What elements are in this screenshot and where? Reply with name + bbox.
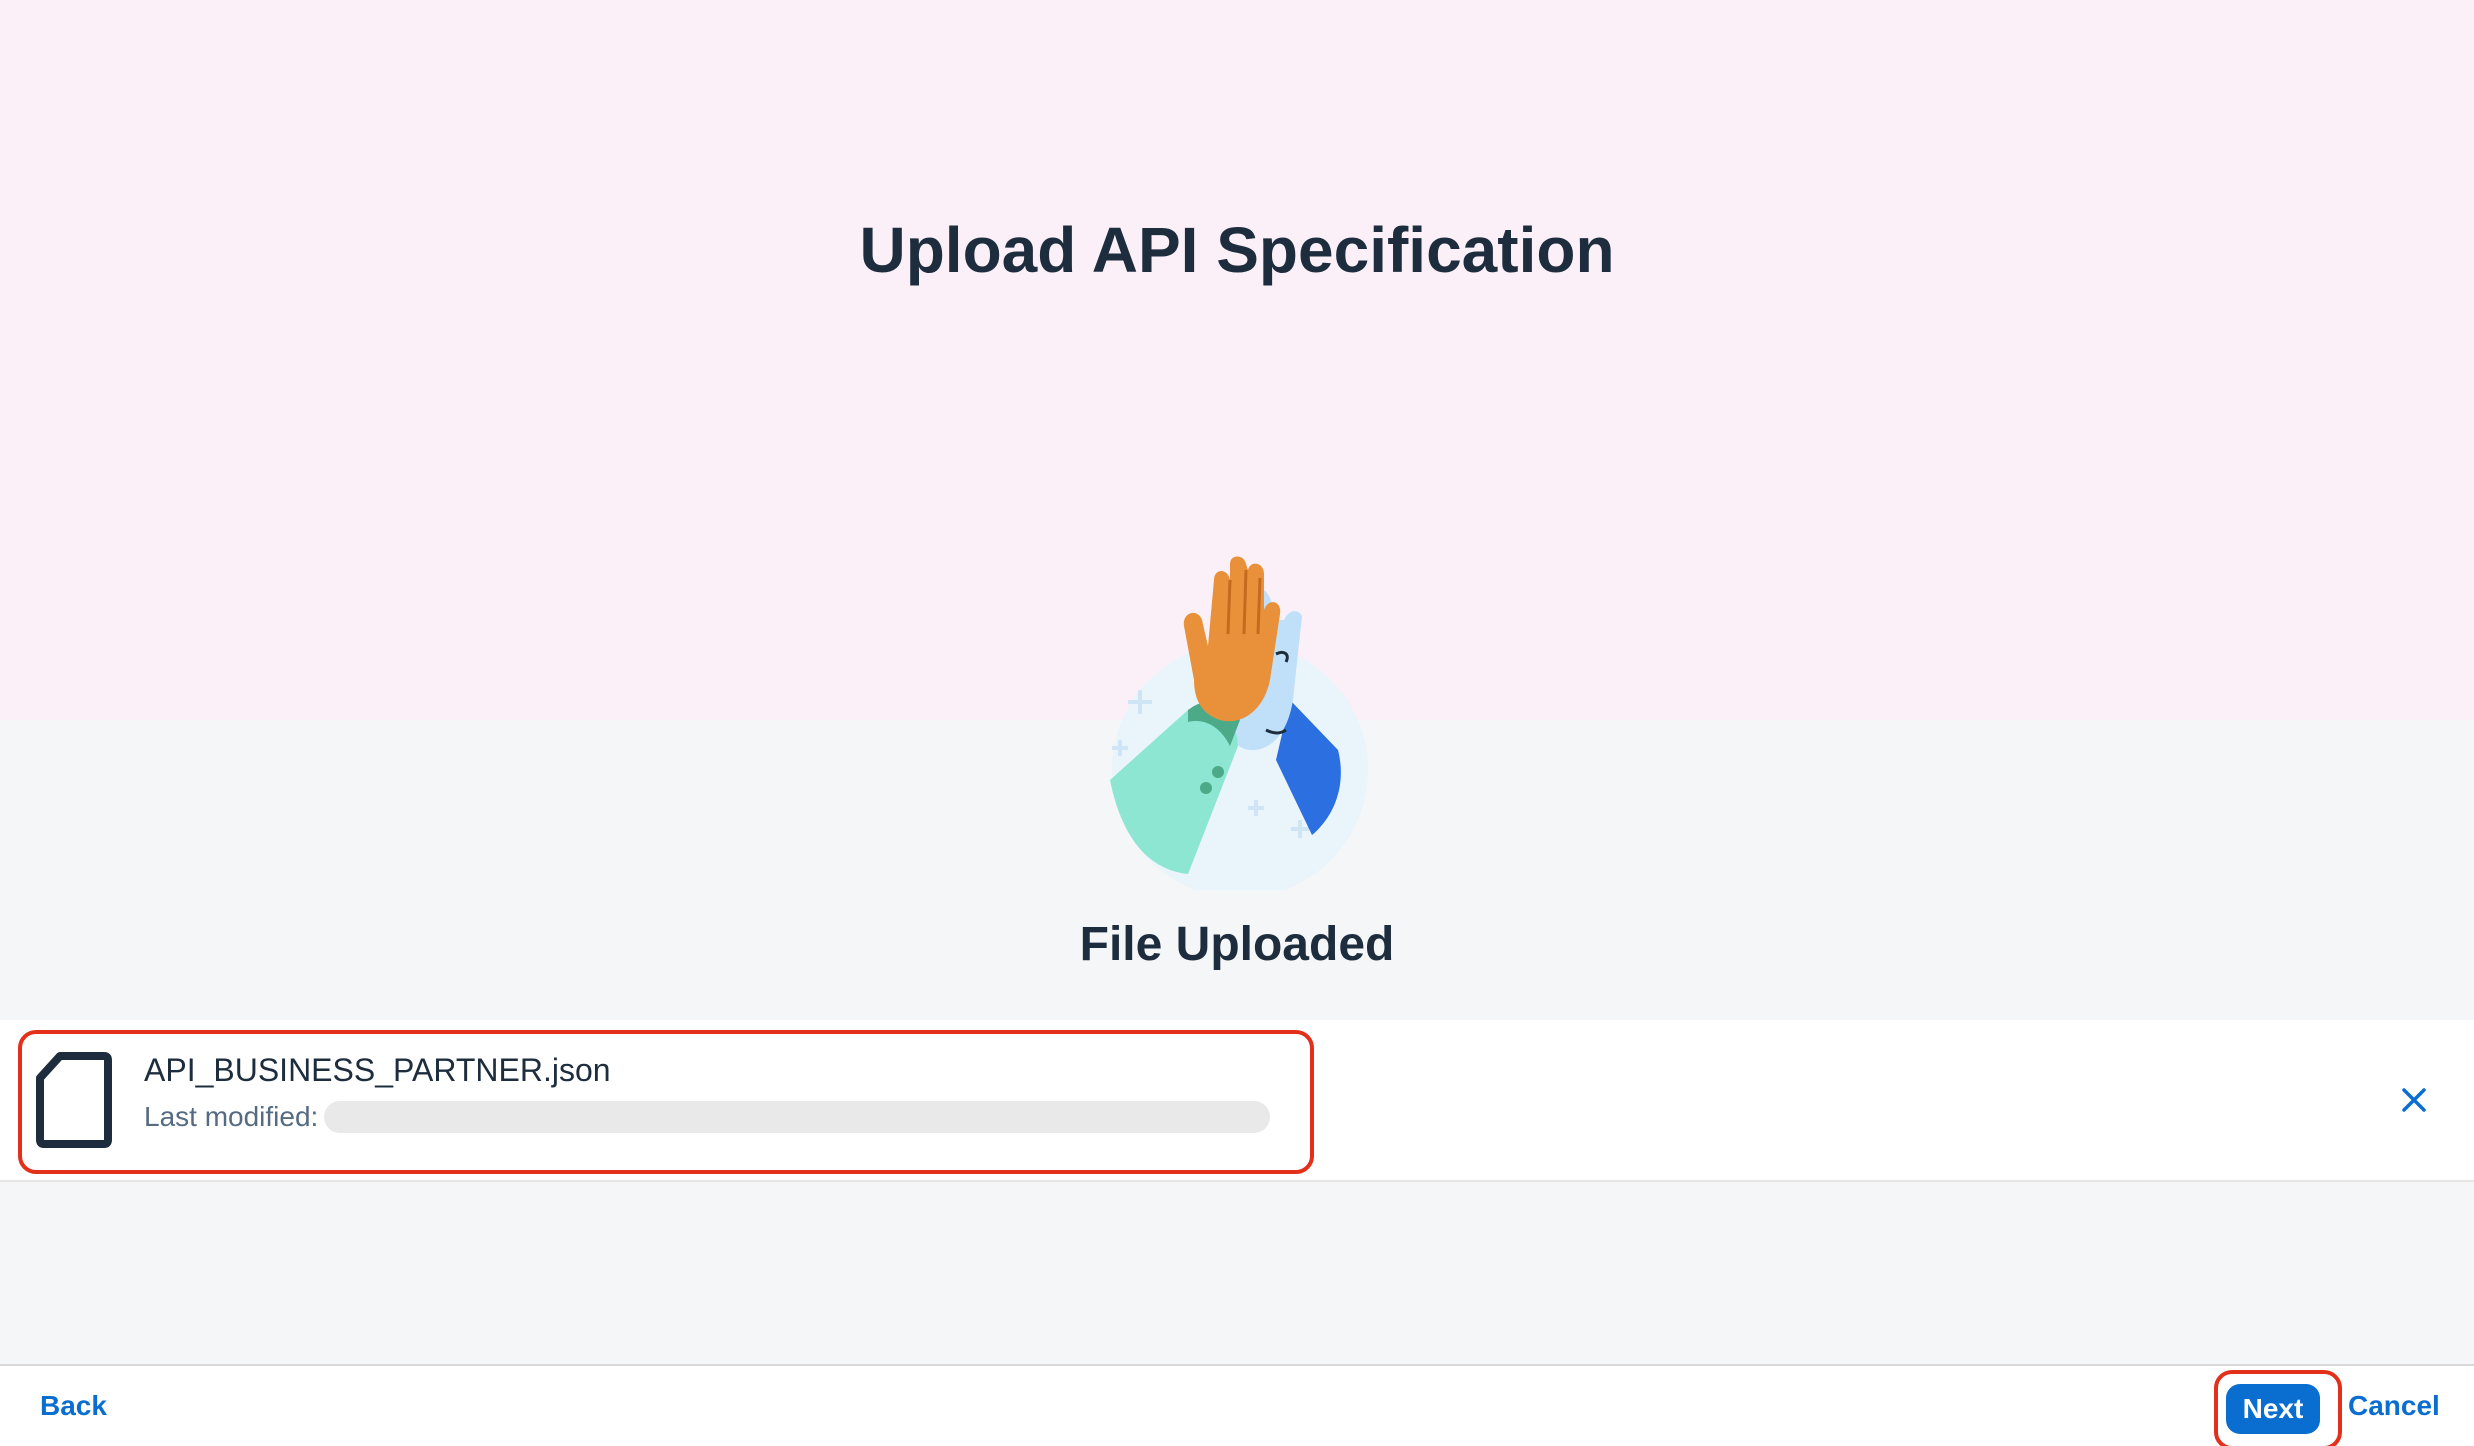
next-button[interactable]: Next xyxy=(2226,1384,2320,1434)
close-icon xyxy=(2402,1088,2426,1112)
last-modified: Last modified: xyxy=(144,1098,1271,1136)
wizard-footer: Back Next Cancel xyxy=(0,1364,2474,1446)
file-name: API_BUSINESS_PARTNER.json xyxy=(144,1052,611,1088)
page-title: Upload API Specification xyxy=(859,214,1615,286)
high-five-illustration xyxy=(1110,556,1368,890)
cancel-button[interactable]: Cancel xyxy=(2348,1386,2440,1426)
back-button[interactable]: Back xyxy=(40,1386,107,1426)
document-icon xyxy=(36,1052,112,1148)
upload-status-message: File Uploaded xyxy=(1079,918,1395,971)
last-modified-label: Last modified: xyxy=(144,1101,319,1132)
remove-file-button[interactable] xyxy=(2390,1076,2438,1124)
uploaded-file-row: API_BUSINESS_PARTNER.json Last modified: xyxy=(0,1020,2474,1182)
last-modified-value-redacted xyxy=(324,1101,1271,1133)
upload-wizard-page: Upload API Specification File Uploaded A… xyxy=(0,0,2474,1446)
